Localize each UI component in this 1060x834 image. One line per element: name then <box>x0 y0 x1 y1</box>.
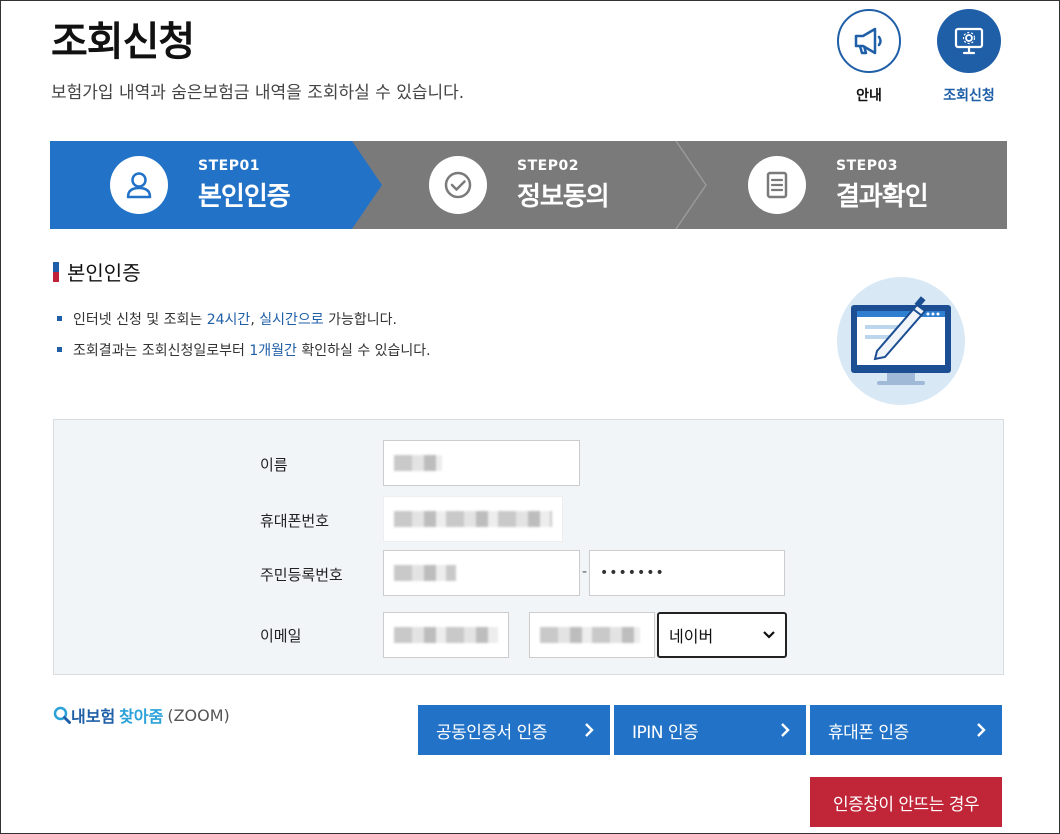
check-circle-icon <box>429 156 487 214</box>
cert-auth-button[interactable]: 공동인증서 인증 <box>418 705 610 755</box>
monitor-gear-icon <box>937 9 1001 73</box>
zoom-logo: 내보험 찾아줌 (ZOOM) <box>53 703 230 727</box>
top-nav: 안내 조회신청 <box>837 9 1001 105</box>
chevron-right-icon <box>781 723 790 737</box>
section-title-text: 본인인증 <box>67 261 141 285</box>
step-1-label: 본인인증 <box>198 181 291 212</box>
phone-auth-label: 휴대폰 인증 <box>828 722 909 743</box>
notice-list: 인터넷 신청 및 조회는 24시간, 실시간으로 가능합니다. 조회결과는 조회… <box>57 309 431 371</box>
user-icon <box>110 156 168 214</box>
step-3: STEP03 결과확인 <box>748 141 929 229</box>
ipin-auth-label: IPIN 인증 <box>632 722 699 743</box>
rrn-front-input[interactable] <box>383 550 580 596</box>
auth-window-help-label: 인증창이 안뜨는 경우 <box>832 794 980 815</box>
step-3-number: STEP03 <box>836 157 898 174</box>
name-label: 이름 <box>260 456 288 474</box>
zoom-logo-part3: (ZOOM) <box>167 705 230 725</box>
page-description: 보험가입 내역과 숨은보험금 내역을 조회하실 수 있습니다. <box>51 83 465 103</box>
nav-inquiry-label: 조회신청 <box>943 88 995 104</box>
rrn-label: 주민등록번호 <box>260 566 343 584</box>
email-domain-select[interactable]: 네이버 <box>657 612 787 658</box>
step-2-number: STEP02 <box>517 157 579 174</box>
step-1: STEP01 본인인증 <box>110 141 291 229</box>
section-title: 본인인증 <box>53 257 141 286</box>
email-domain-selected: 네이버 <box>669 627 714 646</box>
cert-auth-label: 공동인증서 인증 <box>436 722 547 743</box>
chevron-right-icon <box>585 723 594 737</box>
chevron-down-icon <box>763 631 775 639</box>
ipin-auth-button[interactable]: IPIN 인증 <box>614 705 806 755</box>
step-2-label: 정보동의 <box>517 181 610 212</box>
search-icon <box>53 706 71 724</box>
megaphone-icon <box>837 9 901 73</box>
section-marker-icon <box>53 261 59 282</box>
nav-guide[interactable]: 안내 <box>837 9 901 105</box>
step-3-label: 결과확인 <box>836 181 929 212</box>
email-domain-input[interactable] <box>529 612 655 658</box>
nav-guide-label: 안내 <box>856 88 882 104</box>
document-icon <box>748 156 806 214</box>
email-id-input[interactable] <box>383 612 509 658</box>
phone-input[interactable] <box>383 496 563 542</box>
page-title: 조회신청 <box>51 19 195 65</box>
rrn-back-input[interactable]: ••••••• <box>589 550 785 596</box>
name-input[interactable] <box>383 440 580 486</box>
list-item: 인터넷 신청 및 조회는 24시간, 실시간으로 가능합니다. <box>57 309 431 329</box>
zoom-logo-part1: 내보험 <box>71 707 116 726</box>
phone-auth-button[interactable]: 휴대폰 인증 <box>810 705 1002 755</box>
phone-label: 휴대폰번호 <box>260 512 330 530</box>
step-1-number: STEP01 <box>198 157 260 174</box>
email-label: 이메일 <box>260 627 302 645</box>
identity-form: 이름 휴대폰번호 주민등록번호 - ••••••• 이메일 네이버 <box>53 419 1004 675</box>
zoom-logo-part2: 찾아줌 <box>119 707 164 726</box>
step-2: STEP02 정보동의 <box>429 141 610 229</box>
monitor-pen-illustration-icon <box>837 277 965 405</box>
auth-window-help-button[interactable]: 인증창이 안뜨는 경우 <box>810 777 1002 827</box>
list-item: 조회결과는 조회신청일로부터 1개월간 확인하실 수 있습니다. <box>57 340 431 360</box>
nav-inquiry[interactable]: 조회신청 <box>937 9 1001 105</box>
chevron-right-icon <box>977 723 986 737</box>
step-progress-bar: STEP01 본인인증 STEP02 정보동의 STEP03 결과확인 <box>50 141 1007 229</box>
rrn-dash: - <box>582 564 588 580</box>
